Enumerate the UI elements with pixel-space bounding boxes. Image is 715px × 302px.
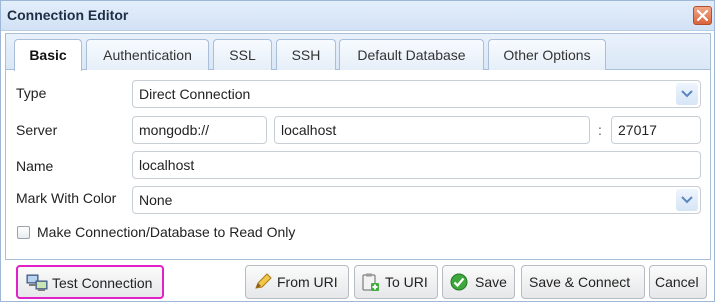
chevron-down-icon: [681, 90, 693, 98]
server-port-field[interactable]: 27017: [611, 116, 701, 144]
color-dropdown-toggle[interactable]: [676, 189, 698, 211]
test-connection-label: Test Connection: [52, 275, 153, 291]
tab-basic[interactable]: Basic: [14, 39, 82, 71]
close-icon: [697, 10, 708, 21]
type-label: Type: [16, 85, 47, 101]
name-label: Name: [16, 158, 54, 174]
color-label: Mark With Color: [16, 190, 117, 206]
readonly-checkbox[interactable]: [17, 226, 30, 239]
save-label: Save: [475, 274, 507, 290]
cancel-button[interactable]: Cancel: [649, 265, 707, 299]
tab-ssh[interactable]: SSH: [276, 39, 336, 70]
chevron-down-icon: [681, 196, 693, 204]
to-uri-button[interactable]: To URI: [354, 265, 438, 299]
close-button[interactable]: [693, 6, 712, 25]
tab-strip: Basic Authentication SSL SSH Default Dat…: [6, 34, 710, 71]
dialog-title: Connection Editor: [7, 7, 129, 23]
server-label: Server: [16, 122, 58, 138]
title-bar: Connection Editor: [1, 1, 714, 31]
color-select-value: None: [139, 192, 173, 208]
network-computers-icon: [26, 274, 48, 291]
clipboard-add-icon: [362, 273, 379, 291]
type-select[interactable]: Direct Connection: [132, 80, 701, 108]
save-button[interactable]: Save: [442, 265, 515, 299]
tab-authentication[interactable]: Authentication: [86, 39, 209, 70]
tab-ssl[interactable]: SSL: [213, 39, 272, 70]
tab-other-options[interactable]: Other Options: [488, 39, 606, 70]
from-uri-button[interactable]: From URI: [245, 265, 349, 299]
connection-editor-dialog: Connection Editor Basic Authentication S…: [0, 0, 715, 302]
color-select[interactable]: None: [132, 186, 701, 214]
test-connection-button[interactable]: Test Connection: [16, 265, 164, 299]
port-separator: :: [598, 122, 602, 138]
name-field[interactable]: localhost: [132, 151, 701, 179]
server-protocol-field[interactable]: mongodb://: [132, 116, 267, 144]
save-connect-label: Save & Connect: [529, 274, 631, 290]
from-uri-label: From URI: [277, 274, 338, 290]
cancel-label: Cancel: [655, 274, 699, 290]
readonly-label[interactable]: Make Connection/Database to Read Only: [37, 224, 295, 240]
pencil-icon: [255, 273, 272, 289]
check-circle-icon: [450, 273, 468, 291]
type-dropdown-toggle[interactable]: [676, 83, 698, 105]
save-connect-button[interactable]: Save & Connect: [521, 265, 645, 299]
to-uri-label: To URI: [385, 274, 428, 290]
type-select-value: Direct Connection: [139, 86, 251, 102]
server-host-field[interactable]: localhost: [274, 116, 590, 144]
tab-default-database[interactable]: Default Database: [339, 39, 484, 70]
